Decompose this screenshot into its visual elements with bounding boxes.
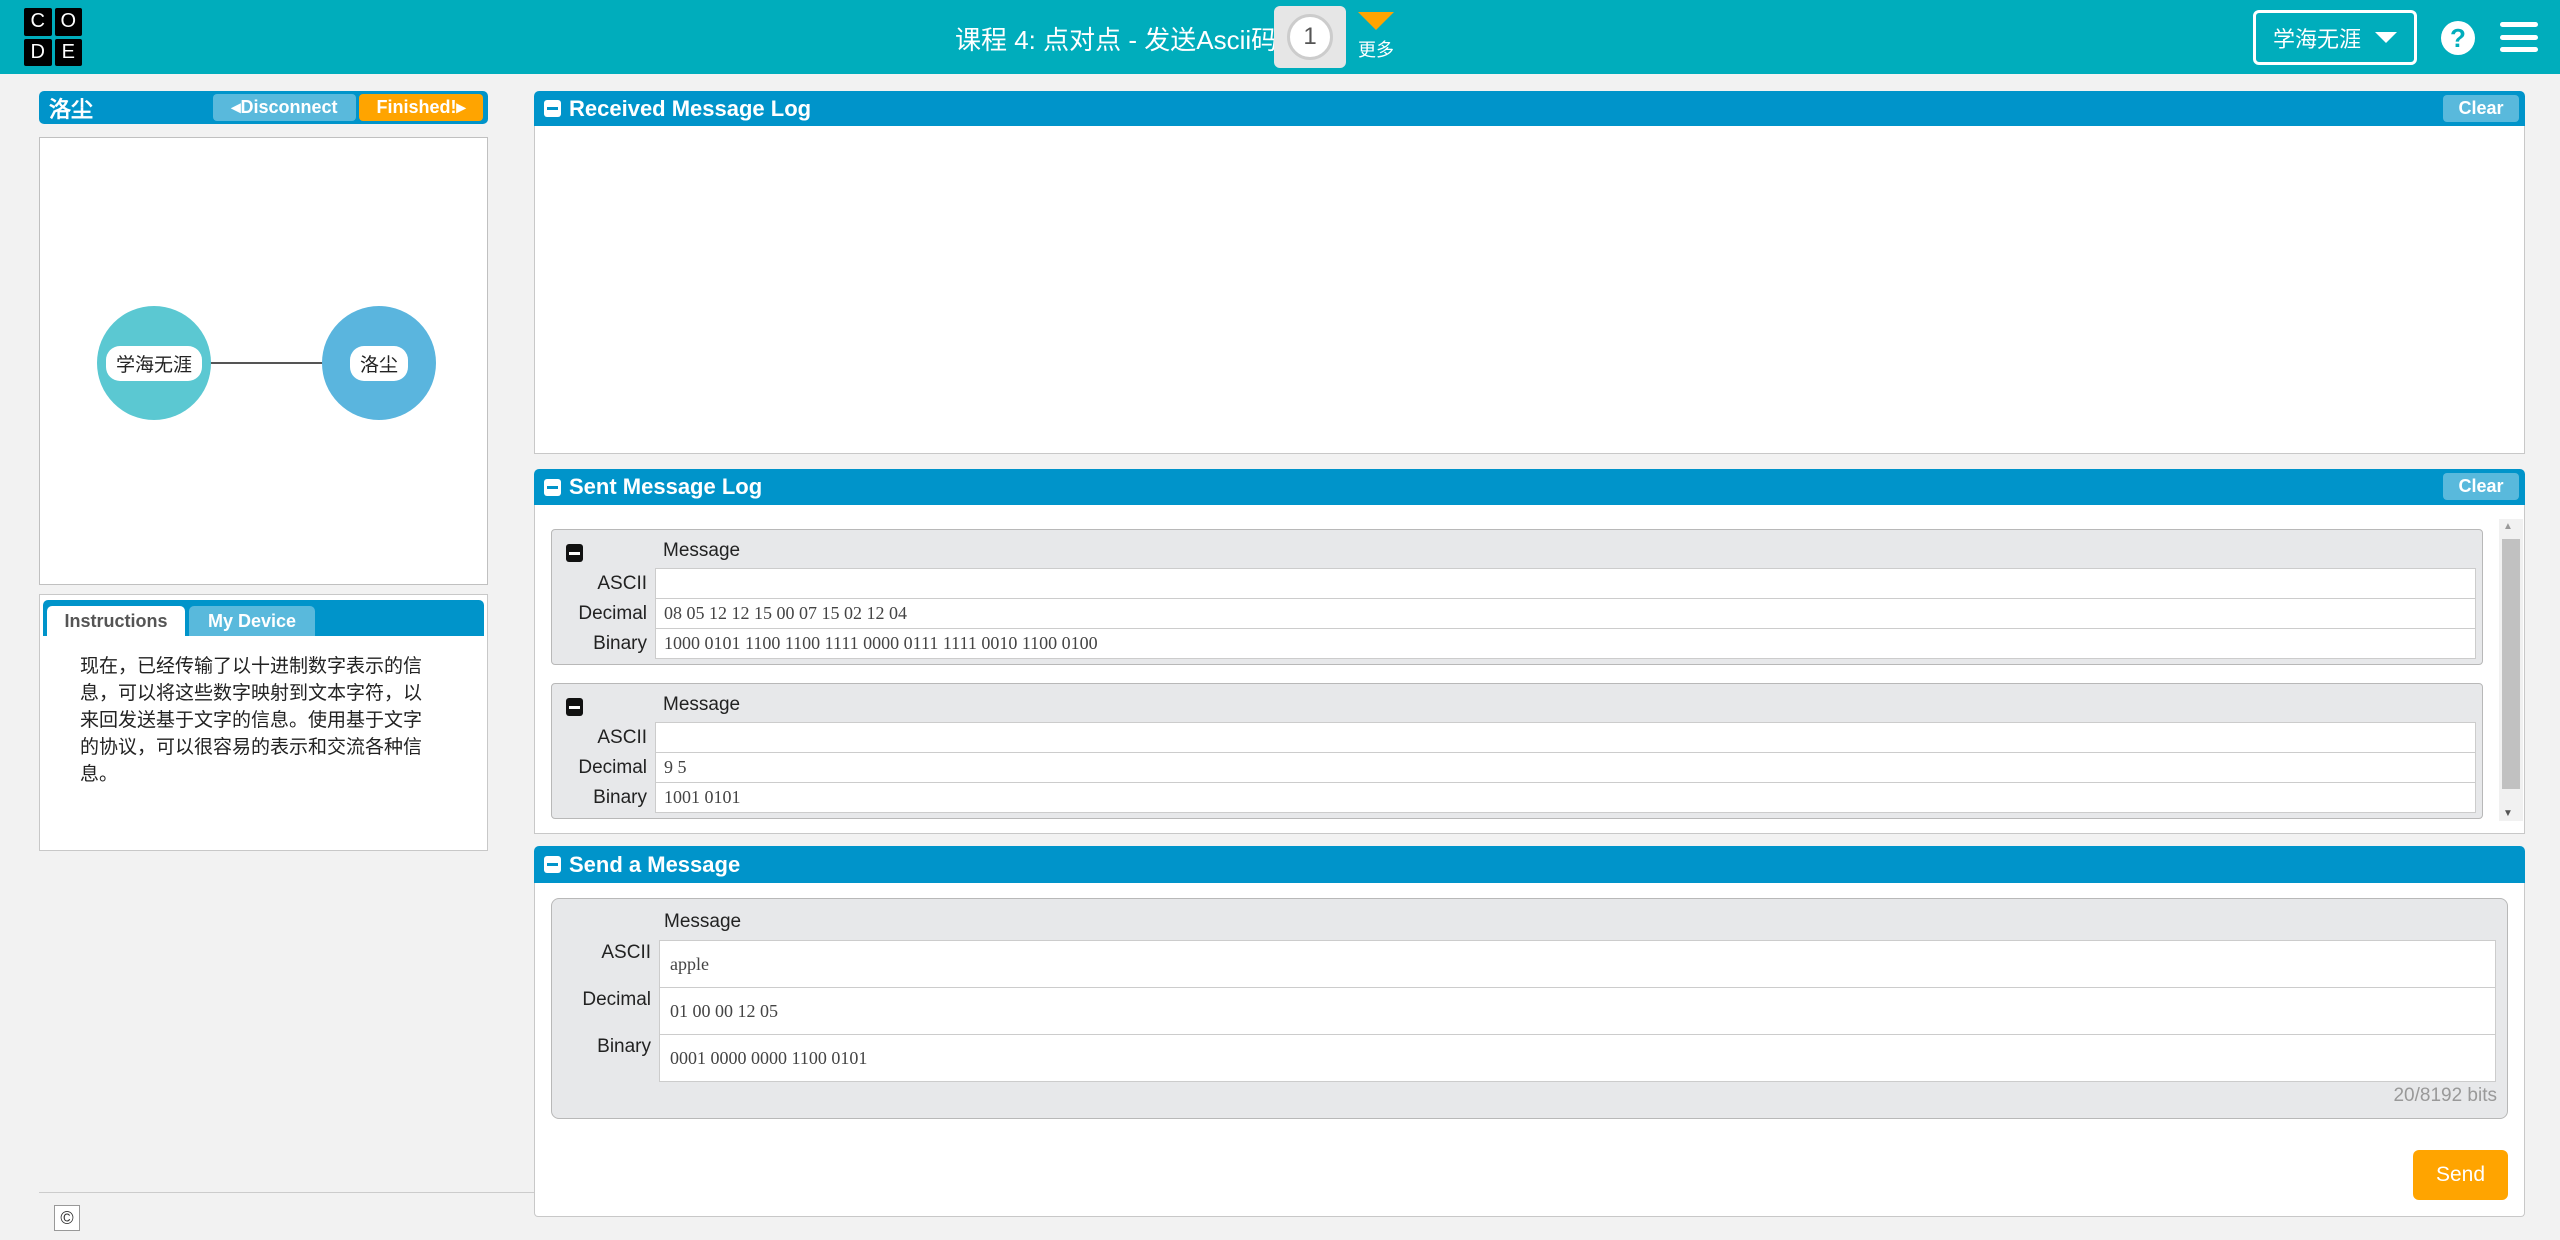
scrollbar[interactable]: ▲ ▼ xyxy=(2499,519,2523,821)
decimal-value: 9 5 xyxy=(655,752,2476,783)
level-number: 1 xyxy=(1287,14,1333,60)
node-self[interactable]: 学海无涯 xyxy=(97,306,211,420)
binary-value: 1000 0101 1100 1100 1111 0000 0111 1111 … xyxy=(655,628,2476,659)
scroll-down-icon[interactable]: ▼ xyxy=(2503,808,2513,819)
clear-received-button[interactable]: Clear xyxy=(2443,95,2519,122)
sent-message: Message ASCII Decimal 08 05 12 12 15 00 0… xyxy=(551,529,2483,665)
binary-value: 1001 0101 xyxy=(655,782,2476,813)
tab-instructions[interactable]: Instructions xyxy=(47,606,185,636)
logo-letter: O xyxy=(54,8,82,36)
node-peer[interactable]: 洛尘 xyxy=(322,306,436,420)
hamburger-menu-icon[interactable] xyxy=(2500,22,2538,52)
logo-letter: C xyxy=(24,8,52,36)
received-log-header: Received Message Log Clear xyxy=(534,91,2525,126)
decimal-label: Decimal xyxy=(582,989,651,1010)
decimal-label: Decimal xyxy=(578,756,647,778)
scrollbar-thumb[interactable] xyxy=(2502,539,2520,789)
collapse-icon[interactable] xyxy=(544,100,561,117)
copyright-button[interactable]: © xyxy=(54,1205,80,1231)
binary-label: Binary xyxy=(597,1036,651,1057)
logo-letter: E xyxy=(54,38,82,66)
ascii-label: ASCII xyxy=(601,942,651,963)
collapse-message-icon[interactable] xyxy=(566,698,583,716)
collapse-icon[interactable] xyxy=(544,856,561,873)
finished-button[interactable]: Finished! ▸ xyxy=(359,94,483,121)
binary-input[interactable]: 0001 0000 0000 1100 0101 xyxy=(659,1034,2496,1082)
ascii-value xyxy=(655,568,2476,599)
tab-my-device[interactable]: My Device xyxy=(189,606,315,636)
received-log-title: Received Message Log xyxy=(569,95,812,121)
message-label: Message xyxy=(663,540,741,561)
compose-block: Message ASCII apple Decimal 01 00 00 12 05… xyxy=(551,898,2508,1119)
binary-label: Binary xyxy=(593,632,647,654)
logo-letter: D xyxy=(24,38,52,66)
ascii-label: ASCII xyxy=(597,572,647,594)
bit-count: 20/8192 bits xyxy=(2393,1085,2497,1106)
instructions-panel: Instructions My Device 现在，已经传输了以十进制数字表示的… xyxy=(39,594,488,851)
help-icon[interactable]: ? xyxy=(2441,21,2475,55)
caret-down-icon xyxy=(1358,12,1394,30)
node-label: 洛尘 xyxy=(349,345,408,381)
decimal-label: Decimal xyxy=(578,602,647,624)
clear-sent-button[interactable]: Clear xyxy=(2443,473,2519,500)
decimal-input[interactable]: 01 00 00 12 05 xyxy=(659,987,2496,1035)
sent-log-body: Message ASCII Decimal 08 05 12 12 15 00 0… xyxy=(534,505,2525,834)
user-name: 学海无涯 xyxy=(2272,26,2361,52)
more-label: 更多 xyxy=(1358,40,1394,60)
send-button[interactable]: Send xyxy=(2413,1150,2508,1200)
peer-name: 洛尘 xyxy=(49,96,94,122)
lesson-title: 课程 4: 点对点 - 发送Ascii码 xyxy=(955,25,1278,55)
code-logo[interactable]: C O D E xyxy=(24,8,82,66)
user-menu-button[interactable]: 学海无涯 xyxy=(2253,10,2417,65)
sent-log-title: Sent Message Log xyxy=(569,474,763,499)
finished-label: Finished! xyxy=(376,97,457,117)
ascii-label: ASCII xyxy=(597,726,647,748)
disconnect-button[interactable]: ◂ Disconnect xyxy=(213,94,356,121)
binary-label: Binary xyxy=(593,786,647,808)
footer: © xyxy=(39,1192,555,1240)
caret-down-icon xyxy=(2375,32,2397,43)
more-button[interactable]: 更多 xyxy=(1356,12,1396,62)
decimal-value: 08 05 12 12 15 00 07 15 02 12 04 xyxy=(655,598,2476,629)
ascii-value xyxy=(655,722,2476,753)
collapse-message-icon[interactable] xyxy=(566,544,583,562)
message-label: Message xyxy=(663,694,741,715)
ascii-input[interactable]: apple xyxy=(659,940,2496,988)
peer-header: 洛尘 ◂ Disconnect Finished! ▸ xyxy=(39,91,488,124)
send-message-header: Send a Message xyxy=(534,846,2525,883)
collapse-icon[interactable] xyxy=(544,478,561,496)
received-log-body xyxy=(534,126,2525,454)
top-bar: C O D E 课程 4: 点对点 - 发送Ascii码 1 更多 学海无涯 ? xyxy=(0,0,2560,74)
disconnect-label: Disconnect xyxy=(240,97,338,117)
sent-log-header: Sent Message Log Clear xyxy=(534,469,2525,505)
send-message-title: Send a Message xyxy=(569,851,741,877)
message-label: Message xyxy=(664,911,742,932)
instructions-text: 现在，已经传输了以十进制数字表示的信息，可以将这些数字映射到文本字符，以来回发送… xyxy=(80,656,423,785)
node-label: 学海无涯 xyxy=(105,345,202,381)
tab-bar: Instructions My Device xyxy=(43,600,484,636)
sent-message: Message ASCII Decimal 9 5 Binary 1001 0101 xyxy=(551,683,2483,819)
scroll-up-icon[interactable]: ▲ xyxy=(2503,521,2513,532)
send-message-body: Message ASCII apple Decimal 01 00 00 12 05… xyxy=(534,883,2525,1217)
network-diagram: 学海无涯 洛尘 xyxy=(39,137,488,585)
level-button[interactable]: 1 xyxy=(1274,6,1346,68)
